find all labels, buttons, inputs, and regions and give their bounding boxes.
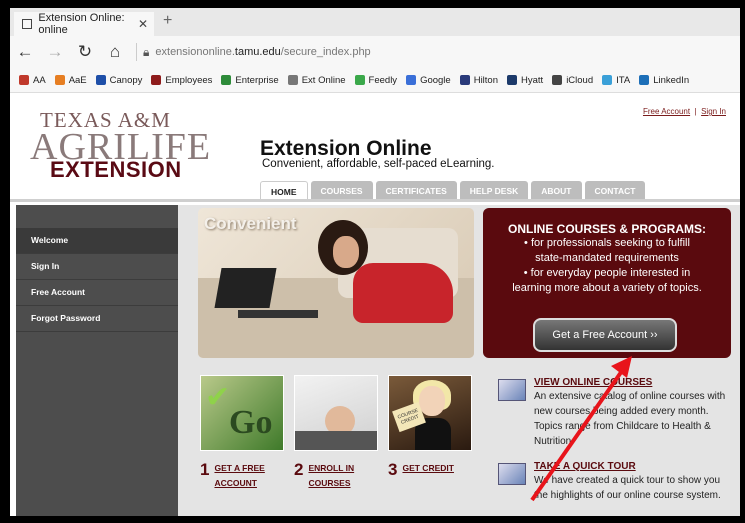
arrow-line [530,366,626,502]
annotation-arrow [530,356,632,502]
